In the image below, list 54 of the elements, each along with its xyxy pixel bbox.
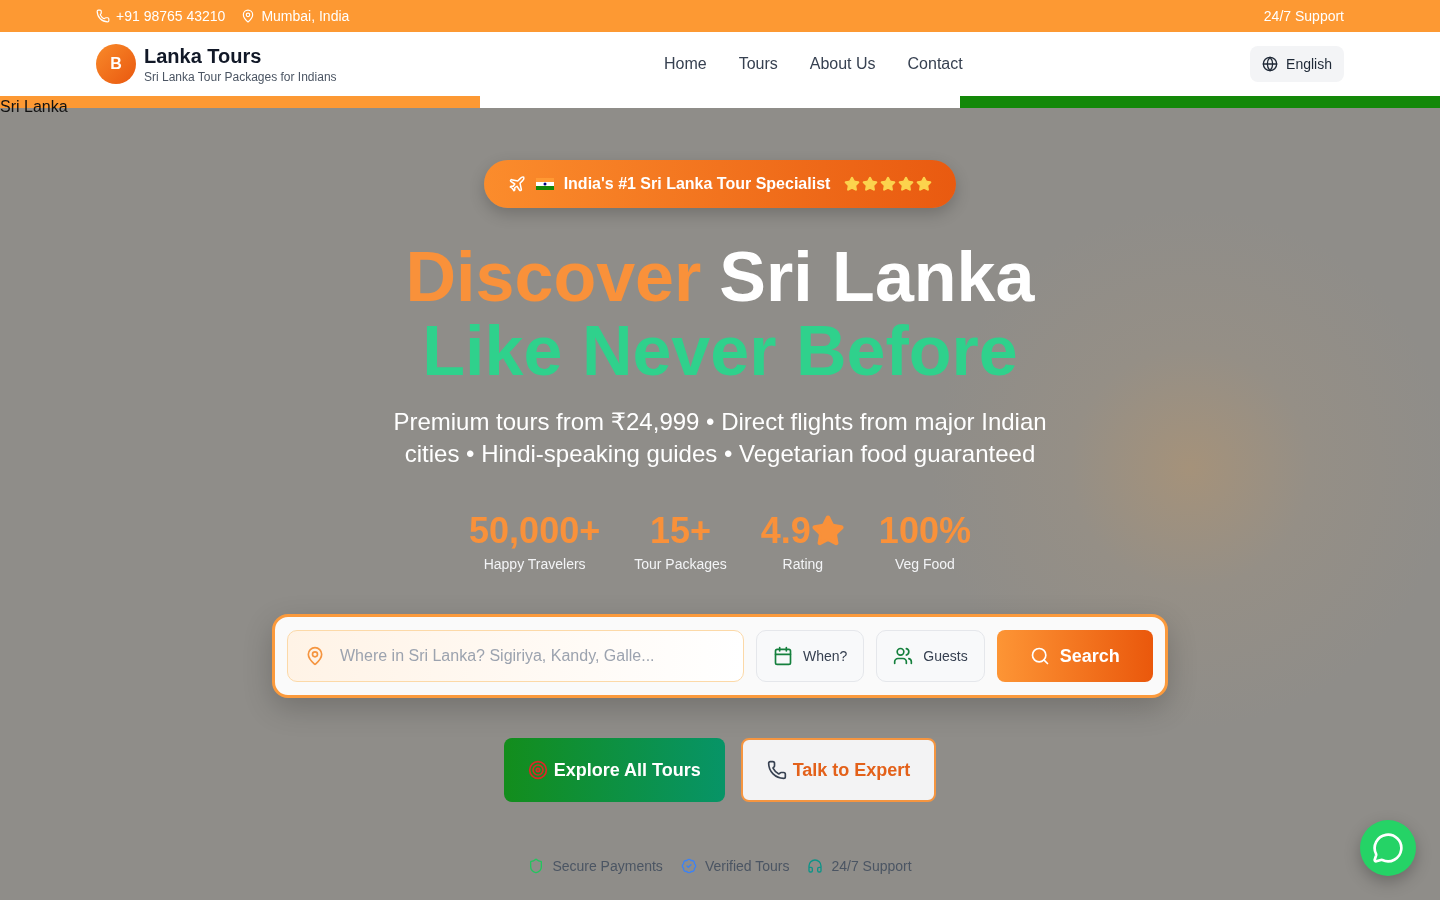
headphones-icon bbox=[807, 858, 824, 874]
calendar-icon bbox=[773, 646, 793, 666]
logo-badge: B bbox=[96, 44, 136, 84]
broken-image-alt-text: Sri Lanka bbox=[0, 98, 68, 116]
explore-tours-button[interactable]: Explore All Tours bbox=[503, 738, 725, 802]
hero-title-line: Like Never Before bbox=[422, 314, 1018, 388]
trust-label: 24/7 Support bbox=[831, 858, 912, 874]
shield-icon bbox=[528, 858, 545, 874]
check-badge-icon bbox=[680, 858, 697, 874]
language-button[interactable]: English bbox=[1250, 46, 1344, 82]
nav-link[interactable]: About Us bbox=[809, 55, 876, 73]
star-icon bbox=[862, 176, 879, 192]
brand-name: Lanka Tours bbox=[144, 44, 263, 68]
hero-subtitle: Premium tours from ₹24,999 • Direct flights from major Indian cities • Hindi-speaking guides • Vegetarian food guaranteed bbox=[392, 407, 1048, 469]
stat-value: 4.9 bbox=[760, 510, 811, 552]
star-icon bbox=[880, 176, 897, 192]
nav-link[interactable]: Tours bbox=[738, 55, 778, 73]
star-icon bbox=[916, 176, 933, 192]
stat-value: 15+ bbox=[649, 510, 712, 552]
phone-icon bbox=[766, 760, 787, 780]
plane-icon bbox=[507, 175, 526, 193]
destination-field[interactable]: Where in Sri Lanka? Sigiriya, Kandy, Galle... bbox=[287, 630, 744, 682]
star-icon bbox=[898, 176, 915, 192]
nav-link[interactable]: Contact bbox=[907, 55, 963, 73]
location-text: Mumbai, India bbox=[261, 8, 350, 24]
guests-button[interactable]: Guests bbox=[876, 630, 985, 682]
stat-value: 50,000+ bbox=[469, 510, 601, 552]
globe-icon bbox=[1262, 56, 1279, 72]
support-text: 24/7 Support bbox=[1263, 8, 1344, 24]
flag-icon bbox=[535, 178, 554, 190]
location-pin-icon bbox=[241, 9, 256, 23]
stat-value: 100% bbox=[878, 510, 971, 552]
trust-label: Verified Tours bbox=[704, 858, 790, 874]
phone-number: +91 98765 43210 bbox=[116, 8, 226, 24]
location-pin-icon bbox=[305, 646, 325, 666]
stat-label: Happy Travelers bbox=[483, 556, 586, 572]
stat-label: Tour Packages bbox=[634, 556, 727, 572]
date-button[interactable]: When? bbox=[756, 630, 865, 682]
target-icon bbox=[527, 760, 548, 780]
phone-icon bbox=[96, 9, 110, 23]
trust-label: Secure Payments bbox=[552, 858, 663, 874]
stat-label: Veg Food bbox=[894, 556, 955, 572]
star-icon bbox=[810, 514, 845, 548]
badge-text: India's #1 Sri Lanka Tour Specialist bbox=[563, 175, 831, 193]
nav-link[interactable]: Home bbox=[663, 55, 707, 73]
search-icon bbox=[1029, 646, 1050, 666]
hero-title-accent: Discover bbox=[405, 240, 702, 314]
chat-bubble-icon bbox=[1372, 832, 1404, 864]
chat-button[interactable] bbox=[1360, 820, 1416, 876]
hero-title: Sri Lanka bbox=[719, 240, 1035, 314]
brand-tagline: Sri Lanka Tour Packages for Indians bbox=[144, 69, 337, 84]
star-icon bbox=[844, 176, 861, 192]
people-icon bbox=[893, 646, 914, 666]
stat-label: Rating bbox=[782, 556, 824, 572]
